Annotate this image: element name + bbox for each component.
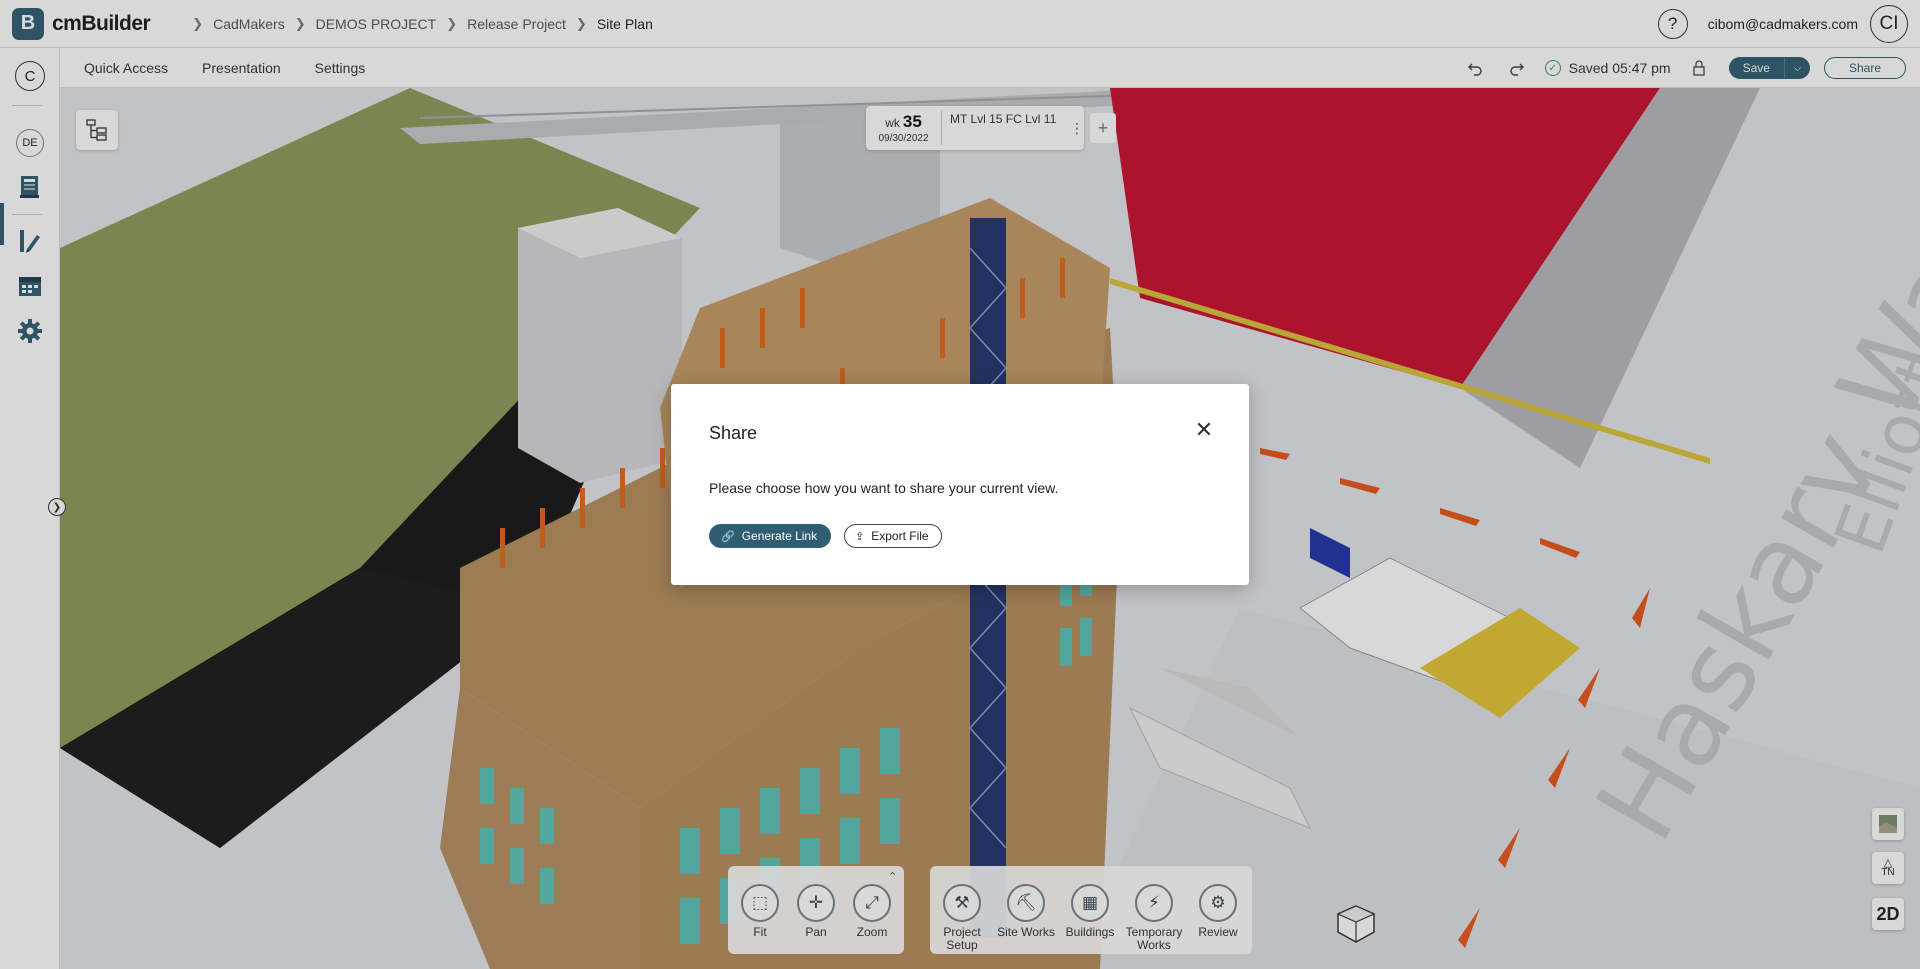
share-dialog: Share ✕ Please choose how you want to sh… [671, 384, 1249, 585]
link-icon: 🔗 [721, 530, 735, 543]
dialog-message: Please choose how you want to share your… [709, 480, 1059, 496]
export-file-button[interactable]: ⇪ Export File [844, 524, 942, 548]
export-icon: ⇪ [855, 530, 865, 543]
export-file-label: Export File [871, 529, 929, 543]
generate-link-button[interactable]: 🔗 Generate Link [709, 524, 832, 548]
dialog-title: Share [709, 423, 758, 443]
generate-link-label: Generate Link [741, 529, 818, 543]
close-icon[interactable]: ✕ [1191, 417, 1217, 443]
